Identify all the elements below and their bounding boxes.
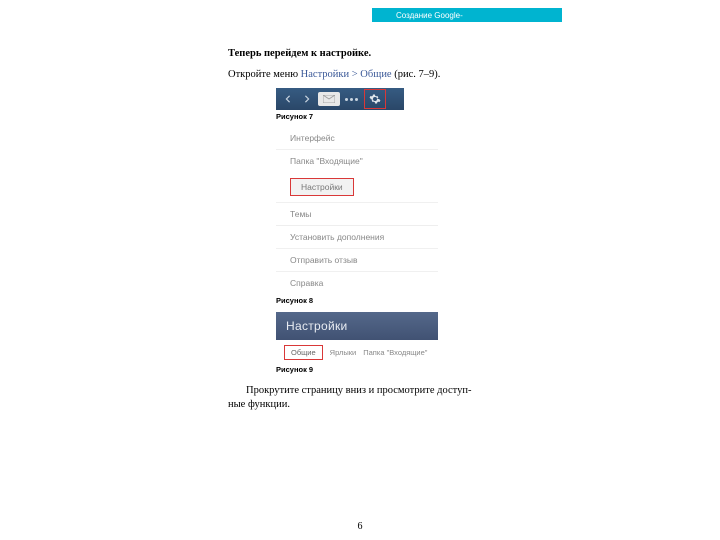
menu-item: Установить дополнения bbox=[276, 226, 438, 248]
page-header-text: Создание Google- bbox=[396, 11, 463, 20]
page-header-bar: Создание Google- bbox=[372, 8, 562, 22]
settings-dropdown-menu: Интерфейс Папка "Входящие" Настройки Тем… bbox=[276, 127, 438, 294]
figure-9: Настройки Общие Ярлыки Папка "Входящие" bbox=[276, 312, 548, 363]
mail-icon bbox=[318, 92, 340, 106]
menu-item: Темы bbox=[276, 202, 438, 225]
menu-path-link: Настройки > Общие bbox=[301, 69, 392, 80]
figure-9-caption: Рисунок 9 bbox=[276, 366, 320, 374]
back-icon bbox=[280, 91, 296, 107]
tab-item: Папка "Входящие" bbox=[363, 348, 427, 357]
settings-tabs: Общие Ярлыки Папка "Входящие" bbox=[276, 340, 438, 363]
closing-paragraph: Прокрутите страницу вниз и просмотрите д… bbox=[228, 384, 548, 412]
page-content: Теперь перейдем к настройке. Откройте ме… bbox=[228, 48, 548, 412]
apps-icon bbox=[343, 91, 359, 107]
menu-item: Интерфейс bbox=[276, 127, 438, 149]
figure-8: Интерфейс Папка "Входящие" Настройки Тем… bbox=[276, 127, 548, 294]
intro-bold: Теперь перейдем к настройке. bbox=[228, 48, 548, 59]
tab-general-highlighted: Общие bbox=[284, 345, 323, 360]
figure-7 bbox=[276, 88, 548, 110]
menu-item: Отправить отзыв bbox=[276, 248, 438, 271]
menu-item: Справка bbox=[276, 271, 438, 294]
menu-item: Папка "Входящие" bbox=[276, 149, 438, 172]
gmail-toolbar bbox=[276, 88, 404, 110]
intro-instruction: Откройте меню Настройки > Общие (рис. 7–… bbox=[228, 69, 548, 80]
figure-8-caption: Рисунок 8 bbox=[276, 297, 320, 305]
figure-7-caption: Рисунок 7 bbox=[276, 113, 320, 121]
menu-item-settings-highlighted: Настройки bbox=[276, 174, 438, 200]
settings-gear-highlighted bbox=[364, 89, 386, 109]
settings-title: Настройки bbox=[276, 312, 438, 340]
forward-icon bbox=[299, 91, 315, 107]
tab-item: Ярлыки bbox=[330, 348, 357, 357]
settings-page-header: Настройки Общие Ярлыки Папка "Входящие" bbox=[276, 312, 438, 363]
page-number: 6 bbox=[0, 521, 720, 532]
